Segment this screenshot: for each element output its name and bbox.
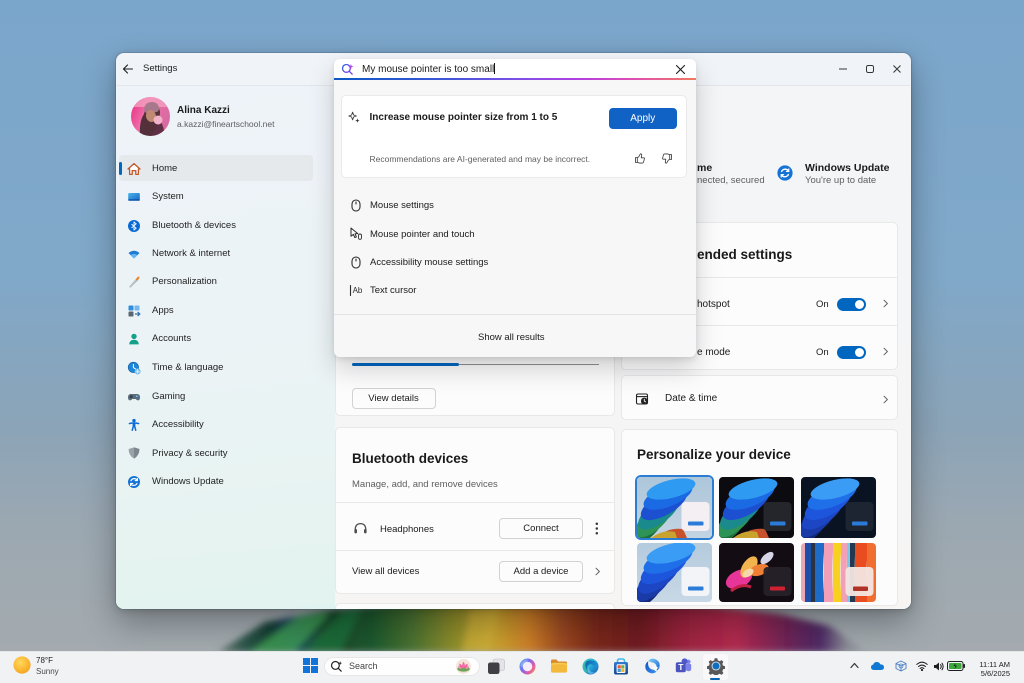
svg-text:Ab: Ab <box>353 286 363 295</box>
svg-text:T: T <box>678 662 684 672</box>
